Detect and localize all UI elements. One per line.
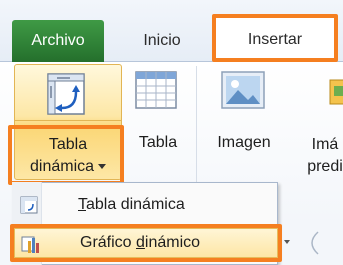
- menu-item-pivot-chart-label[interactable]: Gráfico dinámico: [80, 234, 200, 252]
- pivot-label-line1: Tabla: [48, 136, 88, 153]
- pivot-table-icon: [47, 73, 85, 115]
- chevron-down-icon: [98, 164, 107, 170]
- tab-file[interactable]: Archivo: [12, 20, 104, 62]
- clip-art-icon[interactable]: [328, 74, 343, 110]
- image-label[interactable]: Imagen: [206, 134, 282, 152]
- picture-icon[interactable]: [220, 70, 266, 110]
- pivot-split-divider: [14, 120, 122, 121]
- tab-insert[interactable]: Insertar: [214, 16, 336, 62]
- pivot-chart-small-icon: [21, 236, 39, 253]
- menu-item2-rest: inámico: [144, 234, 201, 251]
- tab-home[interactable]: Inicio: [118, 20, 206, 62]
- pivot-label-line2-text: dinámica: [29, 158, 95, 175]
- clip-art-label[interactable]: Imá predi: [290, 134, 343, 178]
- pivot-table-small-icon: [20, 196, 38, 214]
- clip-art-line2: predi: [307, 158, 343, 175]
- clip-art-line1: Imá: [311, 136, 339, 153]
- pivot-table-label[interactable]: Tabla dinámica: [14, 134, 122, 178]
- menu-item1-rest: abla dinámica: [86, 196, 185, 213]
- group-separator: [196, 66, 197, 186]
- table-label[interactable]: Tabla: [126, 134, 190, 152]
- menu-item1-mnemonic: T: [78, 196, 86, 213]
- pivot-label-line2: dinámica: [14, 156, 122, 178]
- menu-item2-mnemonic: d: [136, 234, 145, 251]
- table-icon[interactable]: [134, 70, 178, 110]
- menu-item-pivot-table-label[interactable]: Tabla dinámica: [78, 196, 185, 214]
- background-control: [284, 231, 319, 255]
- menu-item2-prefix: Gráfico: [80, 234, 137, 251]
